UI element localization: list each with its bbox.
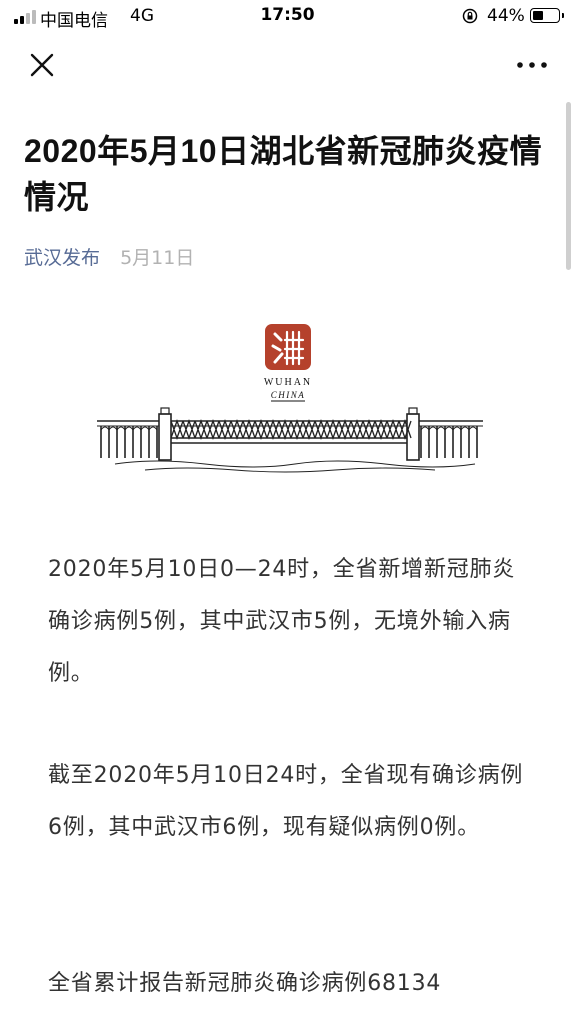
- article-title: 2020年5月10日湖北省新冠肺炎疫情情况: [24, 133, 543, 215]
- logo-text-wuhan: WUHAN: [264, 377, 312, 388]
- close-icon[interactable]: [28, 51, 56, 79]
- nav-bar: [0, 34, 575, 96]
- article-paragraph: 2020年5月10日0—24时，全省新增新冠肺炎确诊病例5例，其中武汉市5例，无…: [48, 557, 516, 686]
- bridge-drawing: [97, 407, 483, 473]
- status-bar: 中国电信 4G 17:50 44%: [0, 0, 575, 34]
- battery-level-fill: [533, 11, 543, 20]
- logo-text-china: CHINA: [271, 390, 306, 400]
- battery-icon: [530, 8, 564, 23]
- orientation-lock-icon: [462, 8, 478, 24]
- scrollbar-thumb[interactable]: [566, 102, 571, 270]
- article-paragraph: 全省累计报告新冠肺炎确诊病例68134: [48, 971, 442, 996]
- wechat-article-page: 中国电信 4G 17:50 44% 2020年5月10日湖北省新冠肺炎疫情情况 …: [0, 0, 575, 1024]
- wuhan-bridge-illustration: WUHAN CHINA: [97, 324, 483, 473]
- more-icon[interactable]: [514, 56, 550, 74]
- article-paragraph: 截至2020年5月10日24时，全省现有确诊病例6例，其中武汉市6例，现有疑似病…: [48, 763, 524, 840]
- author-link[interactable]: 武汉发布: [24, 247, 100, 269]
- publish-date: 5月11日: [120, 247, 195, 269]
- battery-percentage: 44%: [487, 6, 525, 26]
- wuhan-seal-logo: WUHAN CHINA: [264, 324, 312, 402]
- article-meta: 武汉发布 5月11日: [24, 243, 194, 270]
